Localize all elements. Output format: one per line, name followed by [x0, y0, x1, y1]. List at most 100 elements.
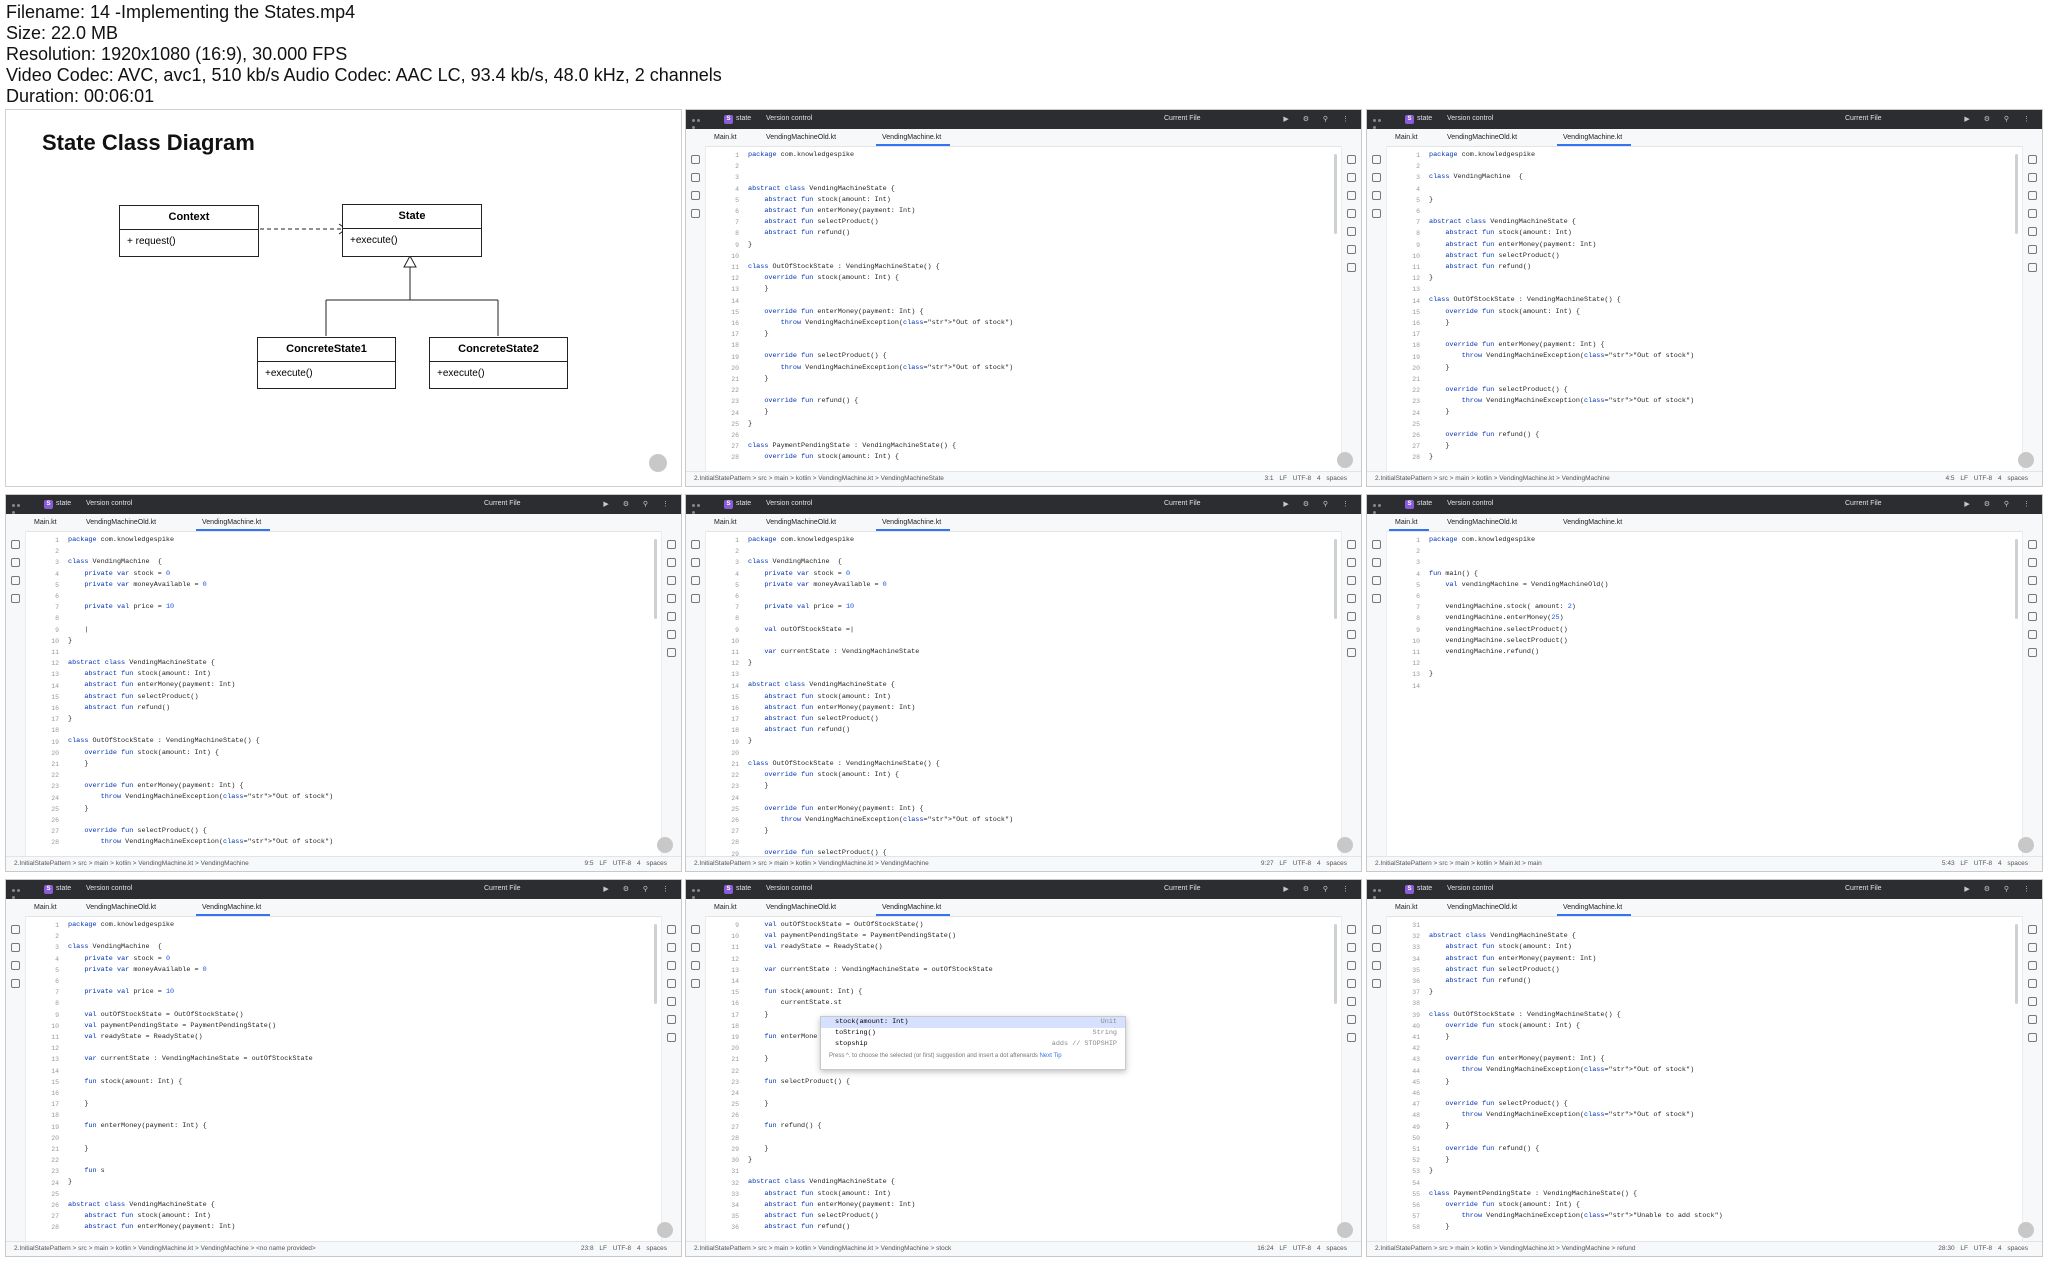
- code-line[interactable]: override fun stock(amount: Int) {: [1429, 307, 2020, 318]
- code-line[interactable]: class VendingMachine {: [68, 942, 659, 953]
- code-line[interactable]: [748, 1133, 1339, 1144]
- code-line[interactable]: }: [68, 1144, 659, 1155]
- code-line[interactable]: [1429, 546, 2020, 557]
- code-line[interactable]: override fun refund() {: [1429, 1144, 2020, 1155]
- breadcrumb[interactable]: 2.InitialStatePattern > src > main > kot…: [14, 860, 249, 867]
- breadcrumb[interactable]: 2.InitialStatePattern > src > main > kot…: [694, 475, 944, 482]
- editor-tab[interactable]: Main.kt: [1395, 904, 1418, 911]
- code-line[interactable]: package com.knowledgespike: [1429, 535, 2020, 546]
- code-line[interactable]: abstract fun refund(): [748, 1222, 1339, 1233]
- code-line[interactable]: val paymentPendingState = PaymentPending…: [68, 1021, 659, 1032]
- code-line[interactable]: fun s: [68, 1166, 659, 1177]
- code-line[interactable]: [748, 613, 1339, 624]
- window-controls[interactable]: [1373, 117, 1387, 129]
- code-line[interactable]: [748, 748, 1339, 759]
- code-line[interactable]: [68, 546, 659, 557]
- code-line[interactable]: [1429, 1043, 2020, 1054]
- code-line[interactable]: }: [748, 658, 1339, 669]
- code-line[interactable]: private var moneyAvailable = 0: [68, 580, 659, 591]
- code-line[interactable]: throw VendingMachineException(class="str…: [1429, 1211, 2020, 1222]
- code-line[interactable]: abstract fun stock(amount: Int): [68, 669, 659, 680]
- code-line[interactable]: [68, 931, 659, 942]
- code-line[interactable]: abstract class VendingMachineState {: [1429, 931, 2020, 942]
- code-line[interactable]: }: [68, 714, 659, 725]
- code-line[interactable]: abstract fun selectProduct(): [68, 692, 659, 703]
- code-line[interactable]: [68, 1043, 659, 1054]
- editor-scrollbar[interactable]: [2015, 539, 2018, 619]
- version-control-menu[interactable]: Version control: [766, 885, 812, 892]
- left-tool-strip[interactable]: [686, 531, 706, 857]
- code-line[interactable]: [1429, 680, 2020, 691]
- run-configuration[interactable]: Current File: [1845, 115, 1882, 122]
- code-line[interactable]: private var stock = 0: [68, 569, 659, 580]
- editor-tab[interactable]: Main.kt: [714, 134, 737, 141]
- code-completion-popup[interactable]: stock(amount: Int) Unit toString() String …: [820, 1016, 1126, 1070]
- code-editor[interactable]: package com.knowledgespike class VendingM…: [748, 535, 1339, 857]
- editor-tab[interactable]: Main.kt: [1395, 134, 1418, 141]
- completion-option[interactable]: stock(amount: Int) Unit: [821, 1017, 1125, 1028]
- code-line[interactable]: private val price = 10: [748, 602, 1339, 613]
- project-name[interactable]: state: [56, 500, 71, 507]
- code-line[interactable]: [1429, 920, 2020, 931]
- editor-tab[interactable]: Main.kt: [1395, 519, 1418, 526]
- code-line[interactable]: [68, 1065, 659, 1076]
- breadcrumb[interactable]: 2.InitialStatePattern > src > main > kot…: [694, 1245, 951, 1252]
- version-control-menu[interactable]: Version control: [1447, 885, 1493, 892]
- code-line[interactable]: private var moneyAvailable = 0: [748, 580, 1339, 591]
- code-line[interactable]: abstract class VendingMachineState {: [748, 184, 1339, 195]
- code-editor[interactable]: abstract class VendingMachineState { abs…: [1429, 920, 2020, 1242]
- code-line[interactable]: throw VendingMachineException(class="str…: [68, 792, 659, 803]
- version-control-menu[interactable]: Version control: [1447, 115, 1493, 122]
- code-line[interactable]: [748, 161, 1339, 172]
- editor-scrollbar[interactable]: [2015, 154, 2018, 234]
- code-line[interactable]: [1429, 1088, 2020, 1099]
- code-line[interactable]: abstract fun stock(amount: Int): [1429, 942, 2020, 953]
- code-line[interactable]: override fun selectProduct() {: [68, 826, 659, 837]
- code-line[interactable]: abstract fun stock(amount: Int): [748, 195, 1339, 206]
- code-line[interactable]: [748, 837, 1339, 848]
- code-line[interactable]: }: [1429, 1121, 2020, 1132]
- code-line[interactable]: }: [748, 240, 1339, 251]
- code-line[interactable]: override fun stock(amount: Int) {: [748, 770, 1339, 781]
- code-line[interactable]: abstract class VendingMachineState {: [68, 658, 659, 669]
- run-configuration[interactable]: Current File: [1845, 885, 1882, 892]
- right-tool-strip[interactable]: [1341, 146, 1361, 472]
- toolbar-icons[interactable]: ▶ ⚙ ⚲ ⋮: [1283, 115, 1355, 123]
- status-info[interactable]: 9:5 LF UTF-8 4 spaces: [585, 860, 667, 867]
- code-line[interactable]: |: [68, 625, 659, 636]
- window-controls[interactable]: [1373, 887, 1387, 899]
- code-line[interactable]: val vendingMachine = VendingMachineOld(): [1429, 580, 2020, 591]
- status-info[interactable]: 16:24 LF UTF-8 4 spaces: [1257, 1245, 1347, 1252]
- code-line[interactable]: [748, 340, 1339, 351]
- code-line[interactable]: class OutOfStockState : VendingMachineSt…: [1429, 1010, 2020, 1021]
- camera-icon[interactable]: [649, 454, 667, 472]
- editor-tab[interactable]: VendingMachineOld.kt: [766, 134, 836, 141]
- code-line[interactable]: [68, 770, 659, 781]
- code-line[interactable]: }: [1429, 273, 2020, 284]
- camera-icon[interactable]: [2018, 837, 2034, 853]
- code-line[interactable]: [1429, 206, 2020, 217]
- breadcrumb[interactable]: 2.InitialStatePattern > src > main > kot…: [1375, 860, 1542, 867]
- code-line[interactable]: currentState.st: [748, 998, 1339, 1009]
- run-configuration[interactable]: Current File: [1164, 115, 1201, 122]
- code-line[interactable]: var currentState : VendingMachineState =…: [748, 965, 1339, 976]
- code-line[interactable]: val readyState = ReadyState(): [748, 942, 1339, 953]
- toolbar-icons[interactable]: ▶ ⚙ ⚲ ⋮: [1964, 885, 2036, 893]
- code-editor[interactable]: package com.knowledgespike class VendingM…: [68, 920, 659, 1242]
- status-info[interactable]: 9:27 LF UTF-8 4 spaces: [1261, 860, 1347, 867]
- code-line[interactable]: private val price = 10: [68, 987, 659, 998]
- code-line[interactable]: fun main() {: [1429, 569, 2020, 580]
- code-line[interactable]: }: [748, 407, 1339, 418]
- completion-option[interactable]: toString() String: [821, 1028, 1125, 1039]
- code-line[interactable]: override fun stock(amount: Int) {: [1429, 1200, 2020, 1211]
- code-line[interactable]: private var moneyAvailable = 0: [68, 965, 659, 976]
- editor-scrollbar[interactable]: [1334, 154, 1337, 234]
- code-line[interactable]: abstract fun enterMoney(payment: Int): [748, 703, 1339, 714]
- code-line[interactable]: throw VendingMachineException(class="str…: [1429, 351, 2020, 362]
- window-controls[interactable]: [12, 502, 26, 514]
- code-line[interactable]: abstract fun selectProduct(): [1429, 965, 2020, 976]
- code-editor[interactable]: val outOfStockState = OutOfStockState() …: [748, 920, 1339, 1242]
- code-line[interactable]: abstract fun stock(amount: Int): [748, 692, 1339, 703]
- code-line[interactable]: override fun enterMoney(payment: Int) {: [748, 307, 1339, 318]
- code-line[interactable]: [68, 725, 659, 736]
